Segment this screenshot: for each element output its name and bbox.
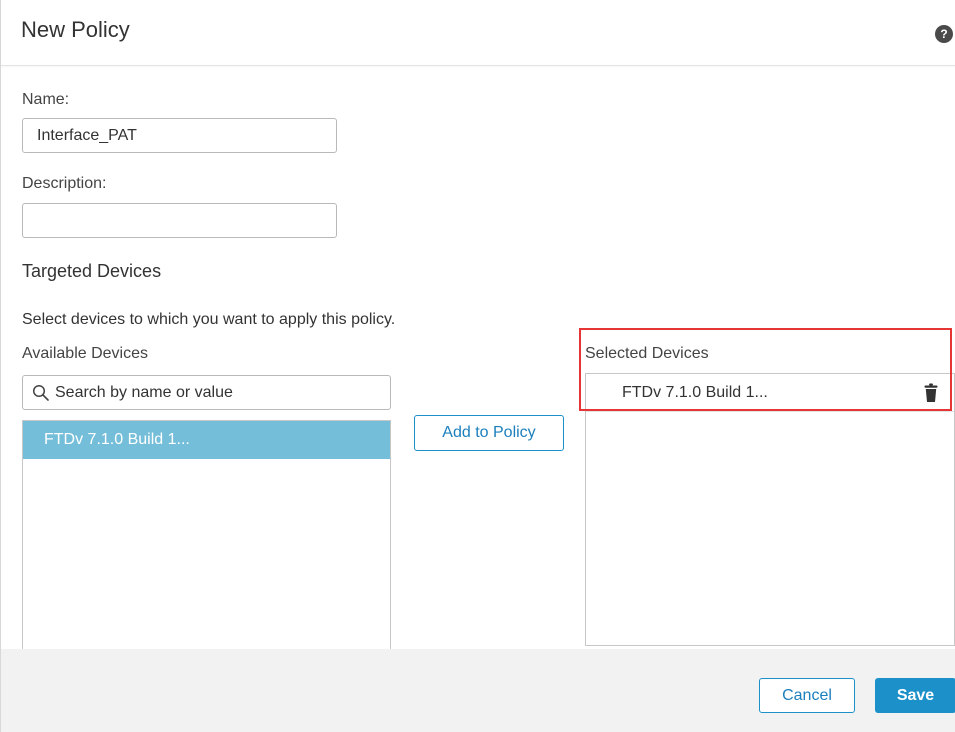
available-devices-header: Available Devices <box>22 345 148 362</box>
available-device-item[interactable]: FTDv 7.1.0 Build 1... <box>23 421 390 459</box>
magnifier-icon <box>32 384 49 401</box>
save-button[interactable]: Save <box>875 678 955 713</box>
dialog-title: New Policy <box>21 17 130 42</box>
dialog-footer: Cancel Save <box>1 649 955 732</box>
targeted-devices-heading: Targeted Devices <box>22 261 162 281</box>
add-to-policy-button[interactable]: Add to Policy <box>414 415 564 451</box>
trash-icon[interactable] <box>924 383 938 403</box>
description-label: Description: <box>22 175 107 192</box>
device-search-box <box>22 375 391 410</box>
cancel-button[interactable]: Cancel <box>759 678 855 713</box>
name-input[interactable] <box>22 118 337 153</box>
selected-device-label: FTDv 7.1.0 Build 1... <box>622 384 768 401</box>
name-label: Name: <box>22 91 70 108</box>
question-circle-icon[interactable]: ? <box>935 25 953 43</box>
device-search-input[interactable] <box>55 377 385 408</box>
targeting-instruction: Select devices to which you want to appl… <box>22 311 396 328</box>
description-input[interactable] <box>22 203 337 238</box>
dialog-header: New Policy ? <box>1 0 955 66</box>
new-policy-dialog: New Policy ? Name: Description: Targeted… <box>0 0 955 732</box>
selected-device-item: FTDv 7.1.0 Build 1... <box>586 374 954 412</box>
selected-devices-list: FTDv 7.1.0 Build 1... <box>585 373 955 646</box>
available-devices-list: FTDv 7.1.0 Build 1... <box>22 420 391 660</box>
selected-devices-header: Selected Devices <box>585 345 709 362</box>
